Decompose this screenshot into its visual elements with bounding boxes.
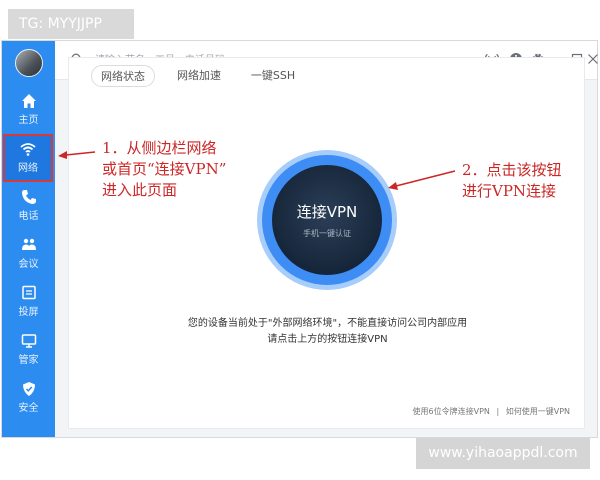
annotation-arrows: [58, 151, 456, 190]
watermark-bottom: www.yihaoappdl.com: [416, 438, 590, 469]
arrow-to-vpn-button: [388, 170, 456, 190]
arrow-to-sidebar: [58, 151, 96, 159]
